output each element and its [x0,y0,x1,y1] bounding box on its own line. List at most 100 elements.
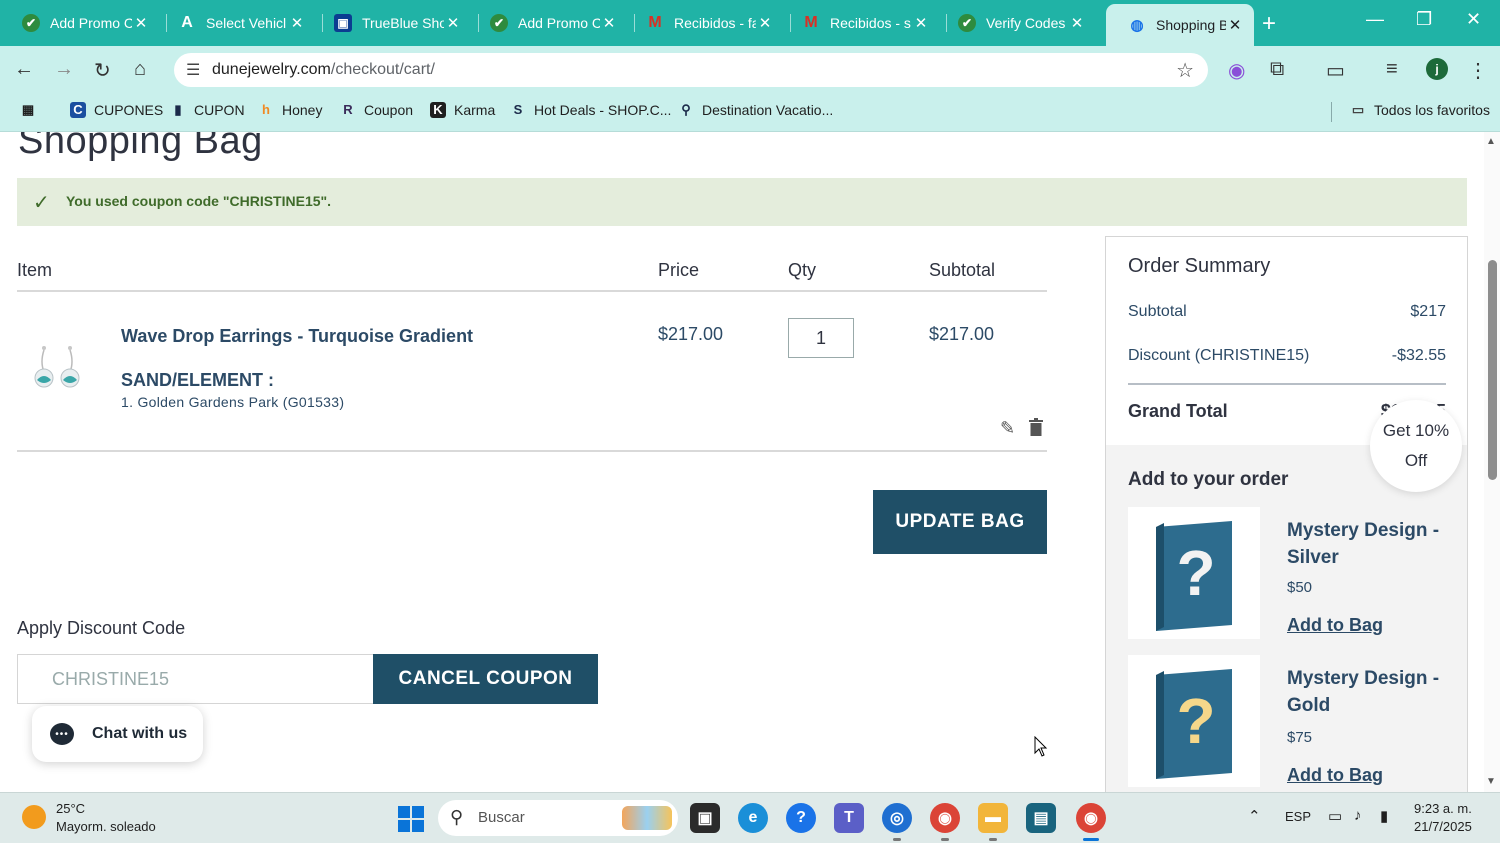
back-icon[interactable]: ← [14,58,34,81]
home-icon[interactable]: ⌂ [134,58,146,81]
weather-temperature: 25°C [56,801,86,816]
discount-title: Apply Discount Code [17,618,186,638]
minimize-icon[interactable]: — [1366,9,1384,30]
menu-kebab-icon[interactable]: ⋮ [1468,58,1488,83]
browser-tab[interactable]: A Select Vehicl ✕ [156,6,316,40]
forward-icon[interactable]: → [54,58,74,81]
gmail-icon: M [648,14,662,31]
close-tab-icon[interactable]: ✕ [1226,16,1244,34]
browser-blue-icon[interactable]: ◎ [882,803,912,833]
bookmark-destination[interactable]: ⚲ Destination Vacatio... [678,102,833,118]
site-info-icon[interactable]: ☰ [186,60,200,80]
display-icon[interactable]: ▭ [1328,807,1342,825]
browser-tab-active[interactable]: ◍ Shopping Ba ✕ [1106,4,1254,46]
chrome-active-icon[interactable]: ◉ [1076,803,1106,833]
coupon-message-text: You used coupon code "CHRISTINE15". [66,193,332,209]
product-name-link[interactable]: Wave Drop Earrings - Turquoise Gradient [121,326,473,347]
bag-icon: ▣ [334,14,352,32]
help-icon[interactable]: ? [786,803,816,833]
gmail-icon: M [804,14,818,31]
taskbar-clock[interactable]: 9:23 a. m. 21/7/2025 [1414,800,1472,836]
add-to-bag-link[interactable]: Add to Bag [1287,615,1383,636]
battery-icon[interactable]: ▮ [1380,807,1388,825]
search-icon: ⚲ [450,807,464,827]
product-image[interactable] [30,342,84,392]
bookmark-star-icon[interactable]: ☆ [1176,58,1194,83]
coupon-icon: R [343,102,353,117]
windows-taskbar: 25°C Mayorm. soleado ⚲ Buscar ▣ e ? T ◎ … [0,792,1500,843]
input-language[interactable]: ESP [1285,809,1311,824]
edit-icon[interactable]: ✎ [1000,418,1015,439]
file-explorer-icon[interactable]: ▬ [978,803,1008,833]
browser-tab[interactable]: ✔ Add Promo C ✕ [468,6,628,40]
volume-icon[interactable]: ♪ [1354,807,1362,824]
add-to-bag-link[interactable]: Add to Bag [1287,765,1383,786]
folder-icon: ▭ [1351,102,1365,117]
discount-promo-badge[interactable]: Get 10% Off [1370,400,1462,492]
media-control-icon[interactable]: ≡ [1386,58,1398,81]
bookmark-honey[interactable]: h Honey [258,102,322,118]
a-logo-icon: A [181,14,193,31]
apps-grid-icon[interactable]: ▦ [20,102,44,118]
order-summary-title: Order Summary [1128,255,1271,277]
coupon-success-message: ✓ You used coupon code "CHRISTINE15". [17,178,1467,226]
remote-desktop-icon[interactable]: ▤ [1026,803,1056,833]
weather-description: Mayorm. soleado [56,819,156,834]
close-tab-icon[interactable]: ✕ [132,14,150,32]
browser-tab[interactable]: ✔ Add Promo C ✕ [0,6,160,40]
tray-chevron-icon[interactable]: ⌃ [1248,807,1261,825]
scroll-down-icon[interactable]: ▼ [1486,776,1496,787]
browser-tab[interactable]: ▣ TrueBlue Sho ✕ [312,6,472,40]
cast-icon[interactable]: ▭ [1326,58,1345,83]
scrollbar-thumb[interactable] [1488,260,1497,480]
summary-discount-row: Discount (CHRISTINE15) -$32.55 [1128,347,1446,364]
scroll-up-icon[interactable]: ▲ [1486,136,1496,147]
quantity-input[interactable] [788,318,854,358]
close-tab-icon[interactable]: ✕ [600,14,618,32]
upsell-price: $75 [1287,729,1313,746]
bookmark-cupones[interactable]: C CUPONES [70,102,163,118]
browser-tab[interactable]: ✔ Verify Codes ✕ [936,6,1096,40]
close-tab-icon[interactable]: ✕ [444,14,462,32]
cancel-coupon-button[interactable]: CANCEL COUPON [373,654,598,704]
check-circle-icon: ✔ [958,14,976,32]
summary-divider [1128,383,1446,385]
close-tab-icon[interactable]: ✕ [756,14,774,32]
mouse-cursor-icon [1034,736,1048,757]
bookmark-karma[interactable]: K Karma [430,102,495,118]
close-tab-icon[interactable]: ✕ [912,14,930,32]
trash-icon[interactable] [1029,418,1043,436]
chrome-icon[interactable]: ◉ [930,803,960,833]
column-header-subtotal: Subtotal [929,260,996,280]
update-bag-button[interactable]: UPDATE BAG [873,490,1047,554]
start-windows-icon[interactable] [398,806,424,832]
extensions-puzzle-icon[interactable]: ⧉ [1270,58,1284,81]
mystery-box-image[interactable]: ? [1128,655,1260,787]
bookmark-cupon[interactable]: ▮ CUPON [170,102,244,118]
address-bar[interactable]: ☰ dunejewelry.com/checkout/cart/ ☆ [174,53,1208,87]
edge-icon[interactable]: e [738,803,768,833]
mystery-box-image[interactable]: ? [1128,507,1260,639]
checkmark-icon: ✓ [33,192,50,214]
restore-icon[interactable]: ❐ [1416,9,1432,30]
browser-tab[interactable]: M Recibidos - s ✕ [780,6,940,40]
new-tab-icon[interactable]: + [1262,10,1276,38]
close-window-icon[interactable]: ✕ [1466,9,1481,30]
taskbar-search[interactable]: ⚲ Buscar [438,800,678,836]
order-summary-panel: Order Summary Subtotal $217 Discount (CHR… [1105,236,1468,792]
discount-code-input[interactable] [17,654,373,704]
weather-sun-icon[interactable] [22,805,46,829]
close-tab-icon[interactable]: ✕ [1068,14,1086,32]
all-bookmarks[interactable]: ▭ Todos los favoritos [1350,102,1490,118]
extension-purple-icon[interactable]: ◉ [1228,58,1245,83]
cupones-icon: C [70,102,86,118]
teams-icon[interactable]: T [834,803,864,833]
bookmark-coupon[interactable]: R Coupon [340,102,413,118]
profile-avatar[interactable]: j [1426,58,1448,80]
chat-widget-button[interactable]: ••• Chat with us [32,706,203,762]
reload-icon[interactable]: ↻ [94,58,111,83]
task-view-icon[interactable]: ▣ [690,803,720,833]
browser-tab[interactable]: M Recibidos - fa ✕ [624,6,784,40]
close-tab-icon[interactable]: ✕ [288,14,306,32]
bookmark-hot-deals[interactable]: S Hot Deals - SHOP.C... [510,102,672,118]
